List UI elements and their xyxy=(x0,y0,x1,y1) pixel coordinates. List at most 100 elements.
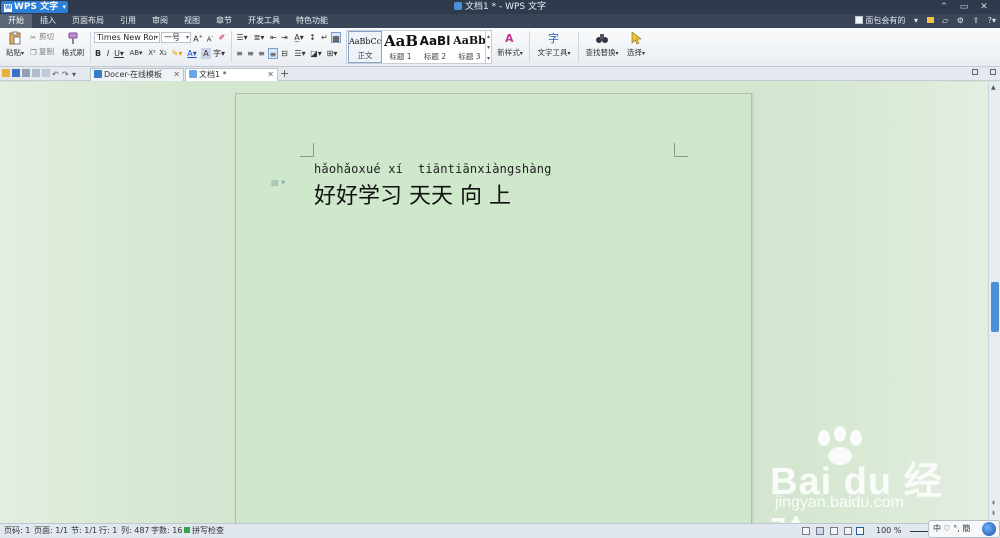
close-icon[interactable]: ✕ xyxy=(173,69,180,81)
tab-page-layout[interactable]: 页面布局 xyxy=(64,14,112,28)
strikethrough-button[interactable]: AB▾ xyxy=(128,48,144,59)
bold-button[interactable]: B xyxy=(94,48,102,59)
tab-view[interactable]: 视图 xyxy=(176,14,208,28)
vertical-scrollbar[interactable]: ▲ ⇞ ⇟ xyxy=(988,82,1000,523)
page-down-icon[interactable]: ⇟ xyxy=(991,510,996,517)
message-icon[interactable] xyxy=(926,17,934,23)
chevron-down-icon[interactable]: ▾ xyxy=(72,70,80,79)
share-icon[interactable]: ⇪ xyxy=(972,14,979,28)
tab-review[interactable]: 审阅 xyxy=(144,14,176,28)
status-bar: 页码: 1 页面: 1/1 节: 1/1 行: 1 列: 487 字数: 16 … xyxy=(0,523,1000,538)
tile-icon[interactable] xyxy=(990,69,996,75)
borders-icon[interactable]: ⊞▾ xyxy=(325,48,339,59)
page-view-icon[interactable] xyxy=(816,527,824,535)
increase-indent-icon[interactable]: ⇥ xyxy=(280,32,289,43)
document-page[interactable]: ▤ ▾ hǎohǎoxué xí tiāntiānxiàngshàng 好好学习… xyxy=(235,93,752,523)
styles-scroll[interactable]: ▴ ▾ ▾ xyxy=(485,31,491,63)
scroll-up-icon[interactable]: ▲ xyxy=(991,84,996,91)
close-button[interactable]: ✕ xyxy=(974,0,994,14)
underline-button[interactable]: U▾ xyxy=(114,48,124,59)
font-color-button[interactable]: A▾ xyxy=(186,48,198,59)
phonetic-guide-button[interactable]: 字▾ xyxy=(213,48,225,59)
pinyin-line[interactable]: hǎohǎoxué xí tiāntiānxiàngshàng xyxy=(314,162,552,176)
chinese-layout-icon[interactable]: A̲▾ xyxy=(292,32,306,43)
user-checkbox[interactable] xyxy=(855,16,864,24)
numbering-icon[interactable]: ≣▾ xyxy=(252,32,266,43)
tab-section[interactable]: 章节 xyxy=(208,14,240,28)
print-icon[interactable] xyxy=(22,69,30,77)
shrink-font-button[interactable]: A- xyxy=(205,32,215,43)
new-tab-button[interactable]: + xyxy=(280,68,289,80)
reading-view-icon[interactable] xyxy=(844,527,852,535)
document-icon xyxy=(189,70,197,78)
close-icon[interactable]: ✕ xyxy=(267,69,274,81)
decrease-indent-icon[interactable]: ⇤ xyxy=(269,32,278,43)
input-method-bar[interactable]: 中 ♡ °, 簡 xyxy=(928,520,1000,538)
style-normal[interactable]: AaBbCcDd 正文 xyxy=(348,31,382,63)
tab-developer[interactable]: 开发工具 xyxy=(240,14,288,28)
select-button[interactable]: 选择▾ xyxy=(624,31,648,58)
minimize-button[interactable]: ⌃ xyxy=(934,0,954,14)
subscript-button[interactable]: X₂ xyxy=(158,48,168,59)
restore-button[interactable]: ▭ xyxy=(954,0,974,14)
font-size-select[interactable]: 一号 ▾ xyxy=(161,32,191,43)
format-painter-button[interactable]: 格式刷 xyxy=(60,31,86,58)
bullets-icon[interactable]: ☰▾ xyxy=(235,32,249,43)
superscript-button[interactable]: X² xyxy=(147,48,157,59)
chevron-down-icon[interactable]: ▾ xyxy=(914,14,918,28)
restore-doc-icon[interactable] xyxy=(972,69,978,75)
help-icon[interactable]: ?▾ xyxy=(988,14,996,28)
shading-icon[interactable]: ◪▾ xyxy=(309,48,323,59)
outline-view-icon[interactable] xyxy=(830,527,838,535)
show-marks-icon[interactable]: ↵ xyxy=(320,32,329,43)
style-heading-1[interactable]: AaB 标题 1 xyxy=(384,31,417,63)
paragraph-handle-icon[interactable]: ▤ ▾ xyxy=(271,178,285,187)
cut-button[interactable]: ✂ 剪切 xyxy=(30,32,54,42)
spell-check-toggle[interactable]: 拼写检查 xyxy=(184,524,224,538)
status-word-count[interactable]: 字数: 16 xyxy=(151,524,182,538)
open-icon[interactable] xyxy=(2,69,10,77)
font-name-select[interactable]: Times New Roı ▾ xyxy=(94,32,160,43)
distributed-icon[interactable]: ⊟ xyxy=(280,48,289,59)
grid-icon[interactable]: ▦ xyxy=(331,32,341,43)
web-view-icon[interactable] xyxy=(856,527,864,535)
settings-icon[interactable]: ⚙ xyxy=(957,14,964,28)
zoom-level[interactable]: 100 % xyxy=(876,524,901,538)
align-center-icon[interactable]: ≡ xyxy=(246,48,255,59)
save-icon[interactable] xyxy=(12,69,20,77)
style-heading-3[interactable]: AaBb 标题 3 xyxy=(453,31,486,63)
sort-icon[interactable]: ↕ xyxy=(308,32,317,43)
paste-button[interactable]: 粘贴▾ xyxy=(4,31,26,58)
protect-icon[interactable] xyxy=(802,527,810,535)
user-label[interactable]: 面包会有的 xyxy=(865,16,905,25)
skin-icon[interactable]: ▱ xyxy=(942,14,948,28)
tab-docer-templates[interactable]: Docer-在线模板 ✕ xyxy=(90,68,184,81)
line-spacing-icon[interactable]: ☰▾ xyxy=(293,48,307,59)
find-replace-button[interactable]: 查找替换▾ xyxy=(582,31,622,58)
tab-special[interactable]: 特色功能 xyxy=(288,14,336,28)
italic-button[interactable]: I xyxy=(104,48,112,59)
page-up-icon[interactable]: ⇞ xyxy=(991,500,996,507)
char-shading-button[interactable]: A xyxy=(201,48,211,59)
scroll-thumb[interactable] xyxy=(991,282,999,332)
print-preview-icon[interactable] xyxy=(32,69,40,77)
chinese-text-line[interactable]: 好好学习 天天 向 上 xyxy=(314,178,511,210)
justify-icon[interactable]: ≡ xyxy=(268,48,278,59)
tab-references[interactable]: 引用 xyxy=(112,14,144,28)
text-tools-button[interactable]: 字 文字工具▾ xyxy=(534,31,574,58)
redo-icon[interactable]: ↷ xyxy=(62,70,70,79)
copy-button[interactable]: ❐ 复制 xyxy=(30,47,54,57)
style-heading-2[interactable]: AaBl 标题 2 xyxy=(418,31,452,63)
align-right-icon[interactable]: ≡ xyxy=(257,48,266,59)
undo-icon[interactable]: ↶ xyxy=(52,70,60,79)
ime-globe-icon[interactable] xyxy=(982,522,996,536)
tab-document-1[interactable]: 文档1 * ✕ xyxy=(185,68,278,81)
clear-format-icon[interactable]: ✐ xyxy=(217,32,227,43)
align-left-icon[interactable]: ≡ xyxy=(235,48,244,59)
tab-home[interactable]: 开始 xyxy=(0,14,32,28)
tab-insert[interactable]: 插入 xyxy=(32,14,64,28)
grow-font-button[interactable]: A+ xyxy=(193,32,203,44)
highlight-icon[interactable]: ✎▾ xyxy=(171,48,183,59)
export-icon[interactable] xyxy=(42,69,50,77)
new-style-button[interactable]: A 新样式▾ xyxy=(494,31,526,58)
